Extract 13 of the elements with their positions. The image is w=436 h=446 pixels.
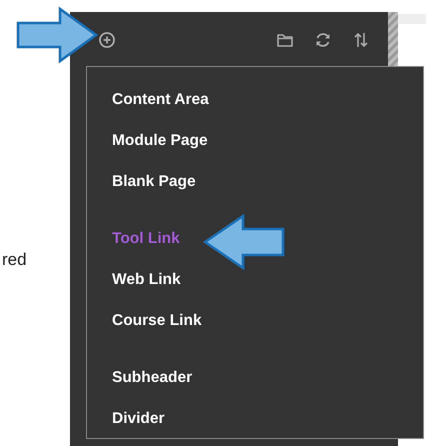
menu-item[interactable]: Divider xyxy=(87,410,165,428)
menu-item[interactable]: Subheader xyxy=(87,368,192,386)
menu-item[interactable]: Module Page xyxy=(87,132,208,150)
menu-item[interactable]: Content Area xyxy=(87,90,209,108)
folder-icon[interactable] xyxy=(276,31,294,49)
sort-icon[interactable] xyxy=(352,31,370,49)
page-text: red xyxy=(2,250,27,270)
add-icon[interactable] xyxy=(98,31,116,49)
menu-item[interactable]: Web Link xyxy=(87,270,181,288)
refresh-icon[interactable] xyxy=(314,31,332,49)
page-strip xyxy=(398,14,426,24)
menu-item[interactable]: Blank Page xyxy=(87,172,196,190)
menu-item[interactable]: Course Link xyxy=(87,312,202,330)
